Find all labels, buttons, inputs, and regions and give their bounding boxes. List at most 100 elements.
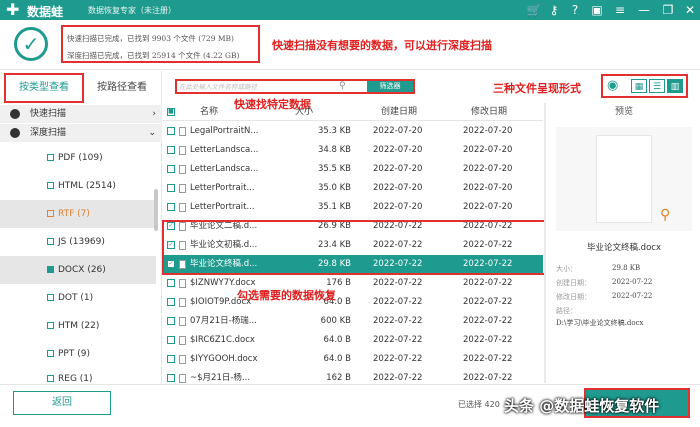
list-view-icon[interactable]: ☰ <box>649 79 665 93</box>
row-checkbox[interactable] <box>167 165 175 173</box>
size-label: 大小： <box>556 265 577 273</box>
table-row[interactable]: LetterLandsca... 35.5 KB 2022-07-20 2022-07… <box>163 160 543 179</box>
grid-view-icon[interactable]: ▦ <box>631 79 647 93</box>
table-row[interactable]: LegalPortraitN... 35.3 KB 2022-07-20 2022-0… <box>163 122 543 141</box>
file-type-label: DOT (1) <box>58 293 94 303</box>
cell-created: 2022-07-20 <box>373 145 423 155</box>
row-checkbox[interactable] <box>167 336 175 344</box>
tree-quick-scan-label: 快速扫描 <box>30 109 67 119</box>
document-icon <box>179 317 186 326</box>
save-icon[interactable]: ▣ <box>589 2 605 18</box>
cell-name: $IRC6Z1C.docx <box>190 335 255 345</box>
cart-icon[interactable]: 🛒 <box>526 2 542 18</box>
left-scrollbar[interactable] <box>154 189 158 231</box>
search-input[interactable]: 在此处输入文件名称或路径 <box>179 82 354 92</box>
tree-deep-scan[interactable]: 深度扫描 ⌄ <box>0 124 162 142</box>
checkbox[interactable] <box>47 375 54 382</box>
watermark: 头条 @数据蛙恢复软件 <box>504 397 660 415</box>
file-type-item[interactable]: DOT (1) <box>0 284 156 312</box>
checkbox[interactable] <box>47 266 54 273</box>
cell-created: 2022-07-20 <box>373 164 423 174</box>
restore-icon[interactable]: ❐ <box>660 2 676 18</box>
checkbox[interactable] <box>47 210 54 217</box>
table-row[interactable]: $IRC6Z1C.docx 64.0 B 2022-07-22 2022-07-22 <box>163 331 543 350</box>
file-type-item[interactable]: HTML (2514) <box>0 172 156 200</box>
row-checkbox[interactable] <box>167 317 175 325</box>
row-checkbox[interactable] <box>167 374 175 382</box>
preview-path-label: 路径： <box>556 307 577 315</box>
cell-created: 2022-07-22 <box>373 354 423 364</box>
document-icon <box>179 298 186 307</box>
app-subtitle: 数据恢复专家（未注册） <box>88 6 176 15</box>
checkbox[interactable] <box>47 322 54 329</box>
tree-quick-scan[interactable]: 快速扫描 › <box>0 105 162 123</box>
file-type-item[interactable]: REG (1) <box>0 365 156 383</box>
checkbox[interactable] <box>47 154 54 161</box>
table-row[interactable]: 07月21日-杨瑞... 600 KB 2022-07-22 2022-07-22 <box>163 312 543 331</box>
table-row[interactable]: $IOIOT9P.docx 64.0 B 2022-07-22 2022-07-22 <box>163 293 543 312</box>
row-checkbox[interactable] <box>167 298 175 306</box>
document-icon <box>179 127 186 136</box>
cell-modified: 2022-07-22 <box>463 354 513 364</box>
key-icon[interactable]: ⚷ <box>546 2 562 18</box>
file-type-item[interactable]: JS (13969) <box>0 228 156 256</box>
file-type-item[interactable]: PDF (109) <box>0 144 156 172</box>
close-icon[interactable]: ✕ <box>682 2 698 18</box>
preview-card: ⚲ <box>556 127 692 231</box>
checkbox[interactable] <box>47 294 54 301</box>
row-checkbox[interactable] <box>167 355 175 363</box>
row-checkbox[interactable] <box>167 203 175 211</box>
file-type-label: RTF (7) <box>58 209 90 219</box>
detail-view-icon[interactable]: ▥ <box>667 79 683 93</box>
eye-icon[interactable]: ◉ <box>607 78 618 94</box>
cell-modified: 2022-07-22 <box>463 297 513 307</box>
minimize-icon[interactable]: — <box>636 2 652 18</box>
table-row[interactable]: LetterLandsca... 34.8 KB 2022-07-20 2022-07… <box>163 141 543 160</box>
row-checkbox[interactable] <box>167 279 175 287</box>
select-all-checkbox[interactable]: ■ <box>167 108 175 116</box>
menu-icon[interactable]: ≡ <box>612 2 628 18</box>
preview-path-value: D:\学习\毕业论文终稿.docx <box>556 319 644 327</box>
table-row[interactable]: $IYYGOOH.docx 64.0 B 2022-07-22 2022-07-22 <box>163 350 543 369</box>
title-bar: ✚ 数据蛙 数据恢复专家（未注册） 🛒 ⚷ ? ▣ ≡ — ❐ ✕ <box>0 0 700 20</box>
tab-by-type[interactable]: 按类型查看 <box>4 73 84 103</box>
cell-name: LetterLandsca... <box>190 145 258 155</box>
tab-by-path[interactable]: 按路径查看 <box>82 73 162 103</box>
table-scrollbar[interactable] <box>544 103 546 383</box>
file-type-item[interactable]: HTM (22) <box>0 312 156 340</box>
checkbox[interactable] <box>47 238 54 245</box>
file-type-item[interactable]: PPT (9) <box>0 340 156 368</box>
table-row[interactable]: LetterPortrait... 35.0 KB 2022-07-20 2022-0… <box>163 179 543 198</box>
table-row[interactable]: LetterPortrait... 35.1 KB 2022-07-20 2022-0… <box>163 198 543 217</box>
col-size[interactable]: 大小 <box>295 103 313 121</box>
help-icon[interactable]: ? <box>567 2 583 18</box>
cell-size: 600 KB <box>320 316 351 326</box>
back-button[interactable]: 返回 <box>13 391 111 415</box>
cell-name: LegalPortraitN... <box>190 126 258 136</box>
col-created[interactable]: 创建日期 <box>381 103 417 121</box>
checkbox[interactable] <box>47 350 54 357</box>
chevron-down-icon[interactable]: ⌄ <box>148 124 156 142</box>
cell-size: 35.0 KB <box>317 183 351 193</box>
file-type-item[interactable]: DOCX (26) <box>0 256 156 284</box>
file-type-item[interactable]: RTF (7) <box>0 200 156 228</box>
deep-scan-status: 深度扫描已完成，已找到 25914 个文件 (4.22 GB) <box>67 51 240 60</box>
cell-modified: 2022-07-20 <box>463 126 513 136</box>
cell-name: 07月21日-杨瑞... <box>190 316 257 326</box>
chevron-right-icon[interactable]: › <box>152 105 156 123</box>
table-row[interactable]: $IZNWY7Y.docx 176 B 2022-07-22 2022-07-22 <box>163 274 543 293</box>
scan-complete-icon: ✓ <box>14 27 48 61</box>
col-modified[interactable]: 修改日期 <box>471 103 507 121</box>
checkbox[interactable] <box>47 182 54 189</box>
magnifier-icon[interactable]: ⚲ <box>660 207 670 223</box>
row-checkbox[interactable] <box>167 184 175 192</box>
filter-button[interactable]: 筛选器 <box>367 81 413 92</box>
search-icon[interactable]: ⚲ <box>339 81 346 92</box>
col-name[interactable]: 名称 <box>200 103 218 121</box>
annotation-scan: 快速扫描没有想要的数据，可以进行深度扫描 <box>272 39 492 52</box>
file-type-label: HTML (2514) <box>58 181 116 191</box>
selected-count: 已选择 420 <box>458 400 500 409</box>
row-checkbox[interactable] <box>167 127 175 135</box>
tree-dot-icon <box>10 128 20 138</box>
row-checkbox[interactable] <box>167 146 175 154</box>
